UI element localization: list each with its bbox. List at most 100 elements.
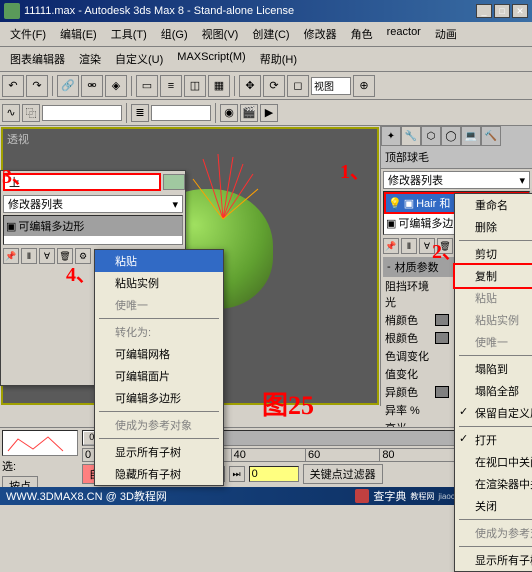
ctx-make-reference[interactable]: 使成为参考对象 <box>95 414 223 436</box>
unique-button[interactable]: ∀ <box>39 248 55 264</box>
window-crossing-button[interactable]: ▦ <box>208 75 230 97</box>
lightbulb-icon[interactable]: 💡 <box>388 197 402 210</box>
modifier-list-dropdown[interactable]: 修改器列表 ▾ <box>383 171 530 189</box>
material-editor-button[interactable]: ◉ <box>220 104 238 122</box>
ctx-make-reference[interactable]: 使成为参考对 <box>455 522 532 544</box>
expand-icon[interactable]: ▣ <box>386 217 396 230</box>
menu-tools[interactable]: 工具(T) <box>105 24 153 44</box>
link-button[interactable]: 🔗 <box>57 75 79 97</box>
close-button[interactable]: ✕ <box>512 4 528 18</box>
select-button[interactable]: ▭ <box>136 75 158 97</box>
rotate-button[interactable]: ⟳ <box>263 75 285 97</box>
layers-button[interactable]: ≣ <box>131 104 149 122</box>
ctx-close-render[interactable]: 在渲染器中关 <box>455 473 532 495</box>
context-menu-modifier: 重命名 删除 剪切 复制 粘贴 粘贴实例 使唯一 塌陷到 塌陷全部 保留自定义属… <box>454 193 532 572</box>
menu-customize[interactable]: 自定义(U) <box>109 49 169 69</box>
ctx-cut[interactable]: 剪切 <box>455 243 532 265</box>
scale-button[interactable]: ◻ <box>287 75 309 97</box>
ctx-hide-children[interactable]: 隐藏所有子树 <box>95 463 223 485</box>
utilities-tab[interactable]: 🔨 <box>481 126 501 146</box>
layer-dropdown[interactable] <box>151 105 211 121</box>
variant-color-swatch[interactable] <box>435 386 449 398</box>
frame-input[interactable] <box>249 466 299 482</box>
remove-button[interactable]: 🗑 <box>57 248 73 264</box>
menu-create[interactable]: 创建(C) <box>246 24 295 44</box>
ctx-paste-instance[interactable]: 粘贴实例 <box>95 272 223 294</box>
ctx-editable-poly[interactable]: 可编辑多边形 <box>95 387 223 409</box>
remove-button[interactable]: 🗑 <box>437 238 453 254</box>
ctx-paste[interactable]: 粘贴 <box>95 250 223 272</box>
ctx-close-viewport[interactable]: 在视口中关闭 <box>455 451 532 473</box>
modify-tab[interactable]: 🔧 <box>401 126 421 146</box>
ctx-editable-mesh[interactable]: 可编辑网格 <box>95 343 223 365</box>
config-button[interactable]: ⚙ <box>75 248 91 264</box>
minimize-button[interactable]: _ <box>476 4 492 18</box>
ctx-open[interactable]: 打开 <box>455 429 532 451</box>
menu-reactor[interactable]: reactor <box>381 24 427 44</box>
menu-character[interactable]: 角色 <box>345 24 379 44</box>
select-name-button[interactable]: ≡ <box>160 75 182 97</box>
ctx-make-unique[interactable]: 使唯一 <box>455 331 532 353</box>
ctx-rename[interactable]: 重命名 <box>455 194 532 216</box>
menu-animation[interactable]: 动画 <box>429 24 463 44</box>
menu-help[interactable]: 帮助(H) <box>254 49 303 69</box>
render-scene-button[interactable]: 🎬 <box>240 104 258 122</box>
refcoord-dropdown[interactable]: 视图 <box>311 77 351 95</box>
float-modifier-list-dropdown[interactable]: 修改器列表 ▾ <box>3 195 183 213</box>
redo-button[interactable]: ↷ <box>26 75 48 97</box>
ctx-close[interactable]: 关闭 <box>455 495 532 517</box>
bottom-area: 选: 按点 0 / 100 0 20 40 60 80 100 自动 选定对象 … <box>0 427 532 487</box>
float-modifier-stack[interactable]: ▣ 可编辑多边形 <box>3 215 183 245</box>
schematic-icon[interactable]: ⿻ <box>22 104 40 122</box>
show-button[interactable]: Ⅱ <box>21 248 37 264</box>
ctx-collapse-all[interactable]: 塌陷全部 <box>455 380 532 402</box>
hierarchy-tab[interactable]: ⬡ <box>421 126 441 146</box>
next-key-button[interactable]: ⏭ <box>229 466 245 482</box>
display-tab[interactable]: 💻 <box>461 126 481 146</box>
menu-group[interactable]: 组(G) <box>155 24 194 44</box>
create-tab[interactable]: ✦ <box>381 126 401 146</box>
named-selection-dropdown[interactable] <box>42 105 122 121</box>
unlink-button[interactable]: ⚮ <box>81 75 103 97</box>
key-filter-button[interactable]: 关键点过滤器 <box>303 464 383 484</box>
object-name-input[interactable]: 上 <box>3 173 161 191</box>
menu-views[interactable]: 视图(V) <box>196 24 245 44</box>
menu-modifiers[interactable]: 修改器 <box>298 24 343 44</box>
center-button[interactable]: ⊕ <box>353 75 375 97</box>
root-color-swatch[interactable] <box>435 332 449 344</box>
mini-curve-view[interactable]: 选: 按点 <box>0 428 80 487</box>
motion-tab[interactable]: ◯ <box>441 126 461 146</box>
select-region-button[interactable]: ◫ <box>184 75 206 97</box>
object-color-swatch[interactable] <box>163 174 185 190</box>
expand-icon[interactable]: ▣ <box>404 197 414 210</box>
unique-button[interactable]: ∀ <box>419 238 435 254</box>
bind-button[interactable]: ◈ <box>105 75 127 97</box>
pin-button[interactable]: 📌 <box>3 248 19 264</box>
curve-editor-icon[interactable]: ∿ <box>2 104 20 122</box>
ctx-preserve-custom[interactable]: 保留自定义属 <box>455 402 532 424</box>
quick-render-button[interactable]: ▶ <box>260 104 278 122</box>
ctx-show-children[interactable]: 显示所有子树 <box>95 441 223 463</box>
ctx-editable-patch[interactable]: 可编辑面片 <box>95 365 223 387</box>
expand-icon[interactable]: ▣ <box>6 220 16 233</box>
ctx-show-children[interactable]: 显示所有子树 <box>455 549 532 571</box>
menu-maxscript[interactable]: MAXScript(M) <box>171 49 251 69</box>
pin-stack-button[interactable]: 📌 <box>383 238 399 254</box>
undo-button[interactable]: ↶ <box>2 75 24 97</box>
ctx-delete[interactable]: 删除 <box>455 216 532 238</box>
menu-edit[interactable]: 编辑(E) <box>54 24 103 44</box>
ctx-paste[interactable]: 粘贴 <box>455 287 532 309</box>
ctx-copy[interactable]: 复制 <box>453 263 532 289</box>
ctx-make-unique[interactable]: 使唯一 <box>95 294 223 316</box>
maximize-button[interactable]: □ <box>494 4 510 18</box>
ctx-convert-to: 转化为: <box>95 321 223 343</box>
show-end-button[interactable]: Ⅱ <box>401 238 417 254</box>
menu-grapheditors[interactable]: 图表编辑器 <box>4 49 71 69</box>
ctx-paste-instance[interactable]: 粘贴实例 <box>455 309 532 331</box>
move-button[interactable]: ✥ <box>239 75 261 97</box>
tip-color-swatch[interactable] <box>435 314 449 326</box>
watermark-brand: 查字典 <box>373 488 406 504</box>
ctx-collapse-to[interactable]: 塌陷到 <box>455 358 532 380</box>
menu-file[interactable]: 文件(F) <box>4 24 52 44</box>
menu-render[interactable]: 渲染 <box>73 49 107 69</box>
